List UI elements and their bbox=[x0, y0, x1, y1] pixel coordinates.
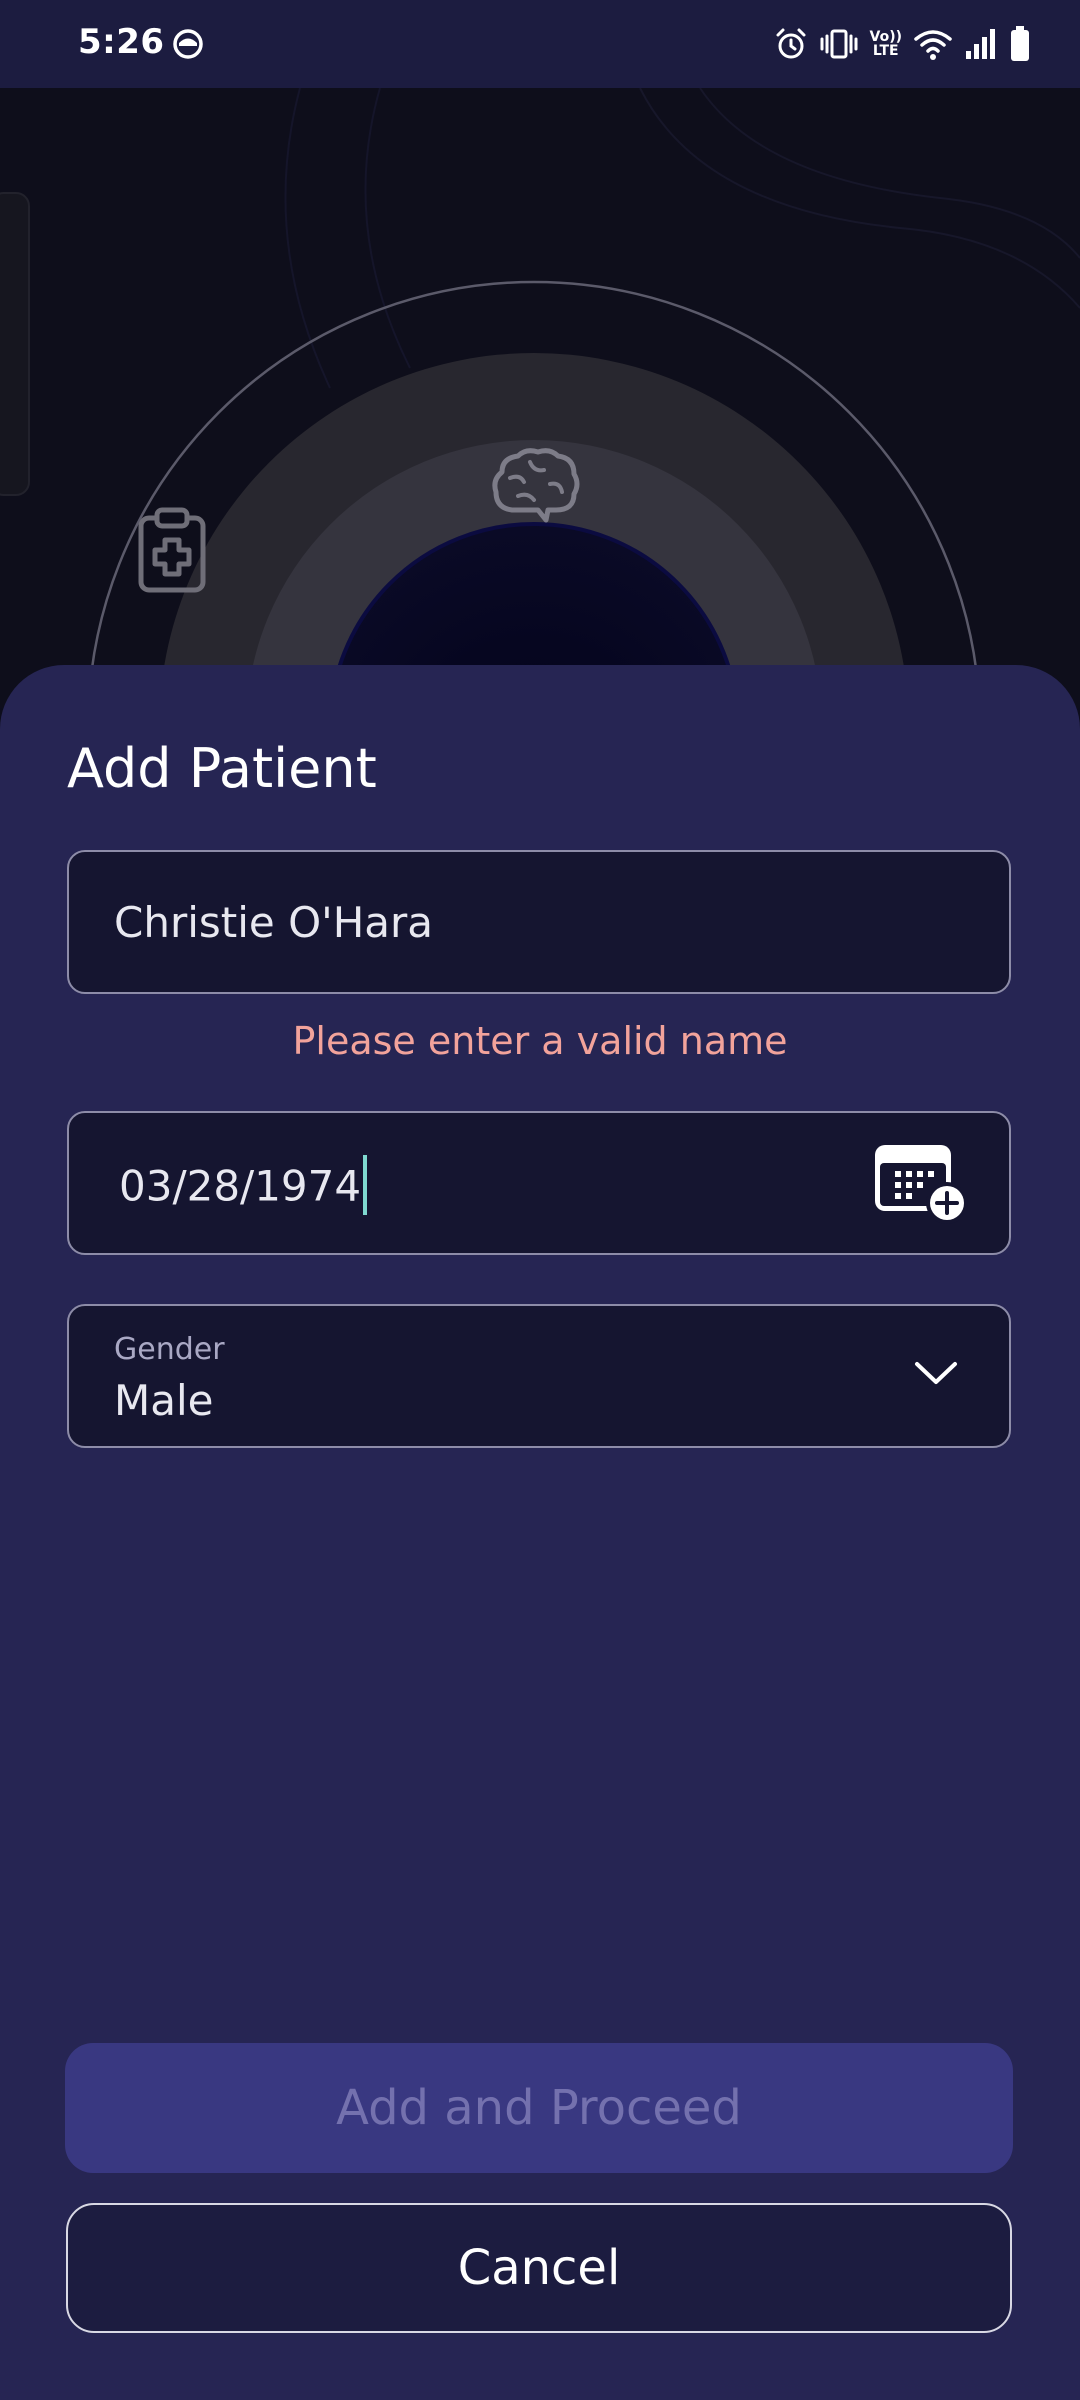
hero-background bbox=[0, 88, 1080, 708]
sheet-title: Add Patient bbox=[67, 737, 377, 800]
clipboard-medical-icon[interactable] bbox=[137, 506, 207, 594]
name-error-message: Please enter a valid name bbox=[292, 1019, 788, 1063]
add-patient-sheet: Add Patient Christie O'Hara Please enter… bbox=[0, 665, 1080, 2400]
text-caret bbox=[363, 1155, 368, 1215]
vibrate-icon bbox=[820, 27, 858, 61]
gender-select[interactable]: Gender Male bbox=[67, 1304, 1011, 1448]
cancel-button[interactable]: Cancel bbox=[66, 2203, 1012, 2333]
calendar-add-icon[interactable] bbox=[873, 1143, 969, 1225]
add-and-proceed-button[interactable]: Add and Proceed bbox=[65, 2043, 1013, 2173]
brain-icon[interactable] bbox=[490, 448, 580, 528]
volte-icon: Vo)) LTE bbox=[870, 30, 902, 58]
wifi-icon bbox=[914, 27, 952, 61]
hero-rings bbox=[87, 88, 1080, 708]
status-time: 5:26 bbox=[78, 22, 165, 62]
date-of-birth-input[interactable]: 03/28/1974 bbox=[67, 1111, 1011, 1255]
chevron-down-icon[interactable] bbox=[913, 1358, 959, 1388]
date-of-birth-value-wrap: 03/28/1974 bbox=[119, 1155, 368, 1219]
patient-name-input[interactable]: Christie O'Hara bbox=[67, 850, 1011, 994]
gender-value: Male bbox=[114, 1376, 214, 1425]
alarm-icon bbox=[774, 27, 808, 61]
side-drawer-handle[interactable] bbox=[0, 192, 30, 496]
status-icons: Vo)) LTE bbox=[774, 24, 1030, 64]
status-bar: 5:26 Vo)) LTE bbox=[0, 0, 1080, 88]
app-notification-icon bbox=[170, 26, 206, 62]
gender-label: Gender bbox=[114, 1332, 225, 1367]
volte-label-top: Vo)) bbox=[869, 29, 902, 45]
signal-icon bbox=[964, 27, 998, 61]
patient-name-value: Christie O'Hara bbox=[114, 898, 434, 947]
date-of-birth-value: 03/28/1974 bbox=[119, 1161, 362, 1211]
battery-icon bbox=[1010, 26, 1030, 62]
add-patient-screen: 5:26 Vo)) LTE Add Patient Christie O'Har… bbox=[0, 0, 1080, 2400]
volte-label-bottom: LTE bbox=[872, 43, 899, 59]
